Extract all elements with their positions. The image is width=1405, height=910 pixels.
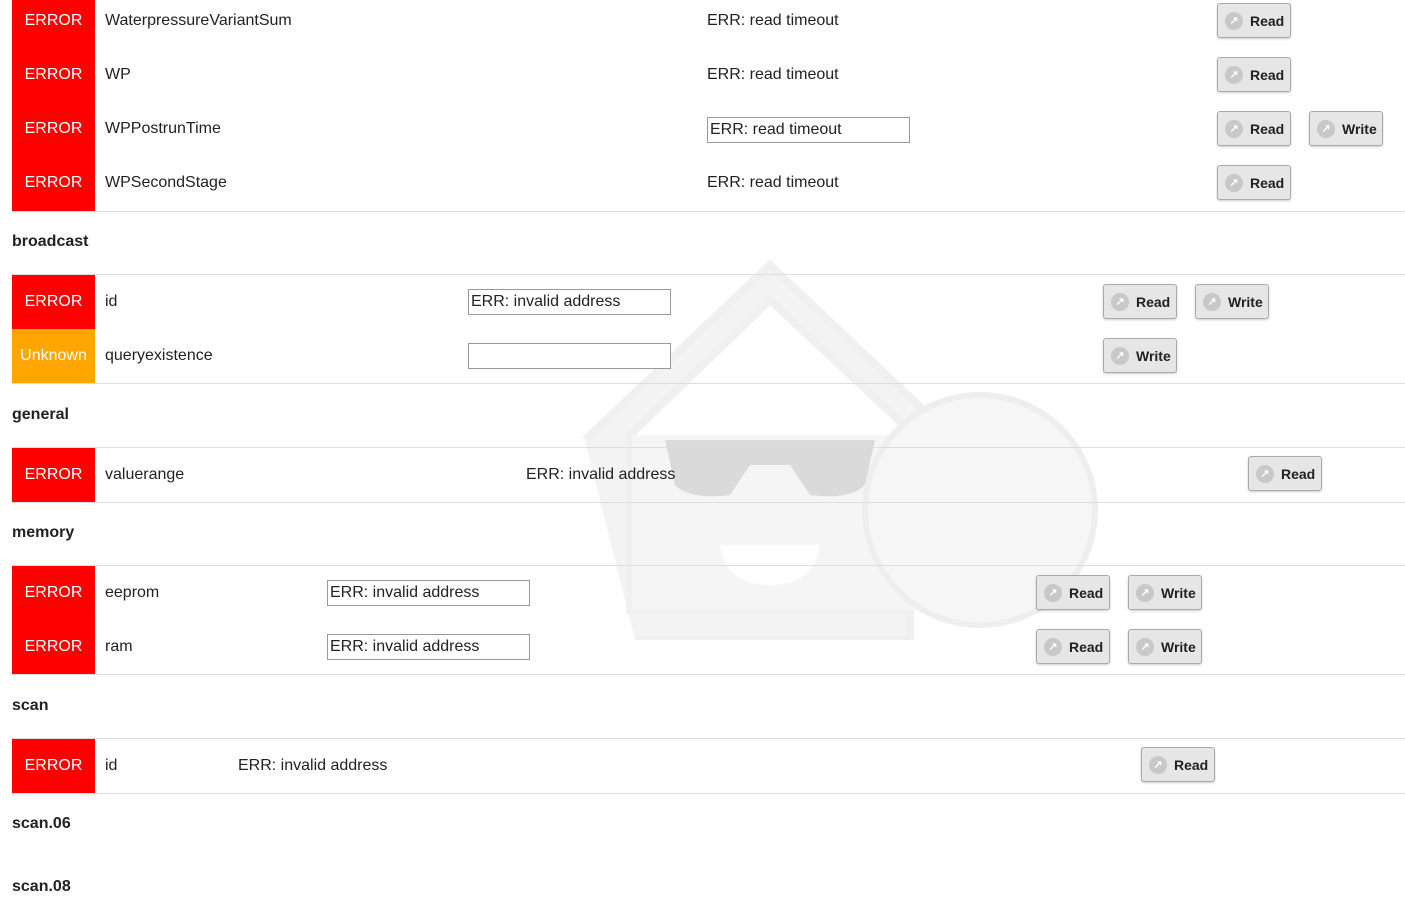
divider — [12, 447, 1405, 448]
message-name: eeprom — [105, 584, 160, 601]
status-badge: ERROR — [12, 275, 95, 329]
share-icon: ↗ — [1044, 583, 1062, 602]
message-name: WPPostrunTime — [105, 120, 221, 137]
share-icon: ↗ — [1044, 637, 1062, 656]
read-button[interactable]: ↗ Read — [1217, 165, 1291, 200]
section-heading: memory — [12, 524, 75, 541]
value-input[interactable] — [327, 634, 530, 660]
share-icon: ↗ — [1317, 119, 1335, 138]
read-button[interactable]: ↗ Read — [1217, 3, 1291, 38]
share-icon: ↗ — [1149, 755, 1167, 774]
divider — [12, 383, 1405, 384]
message-name: id — [105, 757, 118, 774]
button-label: Read — [1069, 638, 1104, 655]
value-input[interactable] — [327, 580, 530, 606]
status-badge: Unknown — [12, 329, 95, 383]
section-heading: scan.08 — [12, 878, 71, 895]
message-value: ERR: read timeout — [707, 66, 839, 83]
button-label: Read — [1250, 120, 1285, 137]
button-label: Write — [1342, 120, 1377, 137]
read-button[interactable]: ↗ Read — [1103, 284, 1177, 319]
button-label: Write — [1161, 638, 1196, 655]
read-button[interactable]: ↗ Read — [1248, 456, 1322, 491]
share-icon: ↗ — [1225, 119, 1243, 138]
write-button[interactable]: ↗ Write — [1309, 111, 1383, 146]
read-button[interactable]: ↗ Read — [1036, 575, 1110, 610]
write-button[interactable]: ↗ Write — [1195, 284, 1269, 319]
share-icon: ↗ — [1225, 11, 1243, 30]
message-name: WP — [105, 66, 131, 83]
share-icon: ↗ — [1225, 173, 1243, 192]
read-button[interactable]: ↗ Read — [1141, 747, 1215, 782]
read-button[interactable]: ↗ Read — [1036, 629, 1110, 664]
value-input[interactable] — [468, 343, 671, 369]
divider — [12, 274, 1405, 275]
button-label: Write — [1136, 347, 1171, 364]
share-icon: ↗ — [1111, 346, 1129, 365]
button-label: Read — [1250, 66, 1285, 83]
message-name: ram — [105, 638, 133, 655]
message-name: WaterpressureVariantSum — [105, 12, 292, 29]
button-label: Read — [1250, 174, 1285, 191]
button-label: Write — [1161, 584, 1196, 601]
read-button[interactable]: ↗ Read — [1217, 57, 1291, 92]
button-label: Read — [1069, 584, 1104, 601]
read-button[interactable]: ↗ Read — [1217, 111, 1291, 146]
share-icon: ↗ — [1136, 583, 1154, 602]
section-heading: scan.06 — [12, 815, 71, 832]
button-label: Read — [1250, 12, 1285, 29]
share-icon: ↗ — [1256, 464, 1274, 483]
status-badge: ERROR — [12, 566, 95, 620]
status-badge: ERROR — [12, 156, 95, 211]
message-value: ERR: invalid address — [238, 757, 388, 774]
divider — [12, 565, 1405, 566]
message-value: ERR: read timeout — [707, 12, 839, 29]
section-heading: broadcast — [12, 233, 89, 250]
value-input[interactable] — [707, 117, 910, 143]
message-name: queryexistence — [105, 347, 213, 364]
divider — [12, 738, 1405, 739]
write-button[interactable]: ↗ Write — [1103, 338, 1177, 373]
divider — [12, 502, 1405, 503]
status-badge: ERROR — [12, 739, 95, 793]
share-icon: ↗ — [1225, 65, 1243, 84]
message-value: ERR: invalid address — [526, 466, 676, 483]
write-button[interactable]: ↗ Write — [1128, 575, 1202, 610]
status-badge: ERROR — [12, 102, 95, 156]
share-icon: ↗ — [1203, 292, 1221, 311]
divider — [12, 674, 1405, 675]
message-name: valuerange — [105, 466, 185, 483]
message-value: ERR: read timeout — [707, 174, 839, 191]
divider — [12, 793, 1405, 794]
value-input[interactable] — [468, 289, 671, 315]
status-badge: ERROR — [12, 48, 95, 102]
button-label: Read — [1136, 293, 1171, 310]
status-badge: ERROR — [12, 448, 95, 502]
button-label: Write — [1228, 293, 1263, 310]
share-icon: ↗ — [1136, 637, 1154, 656]
status-badge: ERROR — [12, 0, 95, 48]
message-name: WPSecondStage — [105, 174, 227, 191]
share-icon: ↗ — [1111, 292, 1129, 311]
write-button[interactable]: ↗ Write — [1128, 629, 1202, 664]
section-heading: general — [12, 406, 69, 423]
status-badge: ERROR — [12, 620, 95, 674]
divider — [12, 211, 1405, 212]
button-label: Read — [1281, 465, 1316, 482]
message-name: id — [105, 293, 118, 310]
button-label: Read — [1174, 756, 1209, 773]
section-heading: scan — [12, 697, 49, 714]
